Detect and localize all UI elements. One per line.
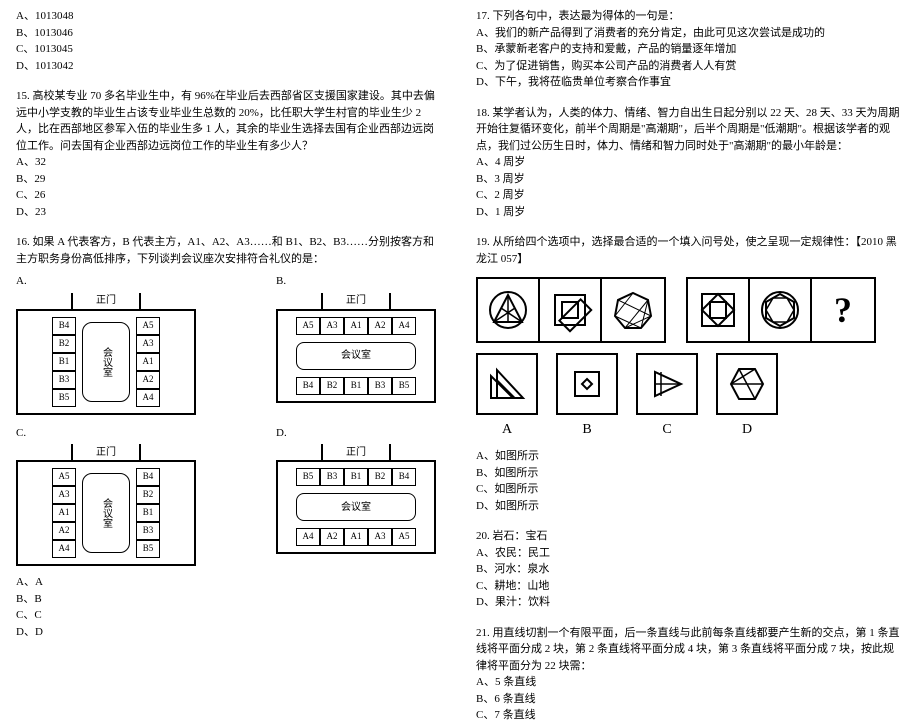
q18-opt-a: A、4 周岁 (476, 154, 904, 171)
question-mark-icon: ? (812, 279, 874, 341)
q14-opt-c: C、1013045 (16, 41, 444, 58)
q15-opt-b: B、29 (16, 171, 444, 188)
shape-squares-icon (540, 279, 602, 341)
q15: 15. 高校某专业 70 多名毕业生中，有 96%在毕业后去西部省区支援国家建设… (16, 88, 444, 220)
q18-opt-c: C、2 周岁 (476, 187, 904, 204)
q16-row1: A. 正门 B4 B2 B1 B3 B5 会议室 A5 (16, 273, 444, 415)
room-d: B5 B3 B1 B2 B4 会议室 A4 A2 A1 A3 A5 (276, 460, 436, 554)
q14-options: A、1013048 B、1013046 C、1013045 D、1013042 (16, 8, 444, 74)
q16-label-c: C. (16, 425, 196, 442)
q18: 18. 某学者认为，人类的体力、情绪、智力自出生日起分别以 22 天、28 天、… (476, 105, 904, 221)
q16-opt-a: A、A (16, 574, 444, 591)
q21-opt-c: C、7 条直线 (476, 707, 904, 724)
q16-diagram-d: D. 正门 B5 B3 B1 B2 B4 会议室 A4 (276, 425, 436, 567)
q20-opt-d: D、果汁：饮料 (476, 594, 904, 611)
q14-opt-a: A、1013048 (16, 8, 444, 25)
q17-opt-a: A、我们的新产品得到了消费者的充分肯定，由此可见这次尝试是成功的 (476, 25, 904, 42)
q18-stem: 18. 某学者认为，人类的体力、情绪、智力自出生日起分别以 22 天、28 天、… (476, 105, 904, 155)
q19-answer-a: A (476, 353, 538, 440)
q19-pattern-row: ? (476, 277, 904, 343)
gate-a: 正门 (71, 293, 141, 311)
room-b: A5 A3 A1 A2 A4 会议室 B4 B2 B1 B3 B5 (276, 309, 436, 403)
room-c: A5 A3 A1 A2 A4 会议室 B4 B2 B1 B3 B5 (16, 460, 196, 566)
q15-opt-d: D、23 (16, 204, 444, 221)
q17-opt-d: D、下午，我将莅临贵单位考察合作事宜 (476, 74, 904, 91)
q20-stem: 20. 岩石：宝石 (476, 528, 904, 545)
q17-opt-b: B、承蒙新老客户的支持和爱戴，产品的销量逐年增加 (476, 41, 904, 58)
q16-opt-c: C、C (16, 607, 444, 624)
q19: 19. 从所给四个选项中，选择最合适的一个填入问号处，使之呈现一定规律性：【20… (476, 234, 904, 514)
q16-diagram-b: B. 正门 A5 A3 A1 A2 A4 会议室 B4 (276, 273, 436, 415)
q19-answer-b: B (556, 353, 618, 440)
q21-opt-b: B、6 条直线 (476, 691, 904, 708)
q19-opt-b: B、如图所示 (476, 465, 904, 482)
q20-opt-c: C、耕地：山地 (476, 578, 904, 595)
q17-stem: 17. 下列各句中，表达最为得体的一句是： (476, 8, 904, 25)
q21: 21. 用直线切割一个有限平面，后一条直线与此前每条直线都要产生新的交点，第 1… (476, 625, 904, 724)
q16-label-b: B. (276, 273, 436, 290)
q21-stem: 21. 用直线切割一个有限平面，后一条直线与此前每条直线都要产生新的交点，第 1… (476, 625, 904, 675)
q19-answer-d: D (716, 353, 778, 440)
room-a: B4 B2 B1 B3 B5 会议室 A5 A3 A1 A2 A4 (16, 309, 196, 415)
shape-nested-squares-icon (688, 279, 750, 341)
q19-group1 (476, 277, 666, 343)
answer-a-icon (476, 353, 538, 415)
shape-hex-in-circle-icon (750, 279, 812, 341)
right-column: 17. 下列各句中，表达最为得体的一句是： A、我们的新产品得到了消费者的充分肯… (460, 0, 920, 651)
q15-opt-a: A、32 (16, 154, 444, 171)
q16-diagram-a: A. 正门 B4 B2 B1 B3 B5 会议室 A5 (16, 273, 196, 415)
answer-b-icon (556, 353, 618, 415)
q16-stem: 16. 如果 A 代表客方，B 代表主方，A1、A2、A3……和 B1、B2、B… (16, 234, 444, 267)
q16: 16. 如果 A 代表客方，B 代表主方，A1、A2、A3……和 B1、B2、B… (16, 234, 444, 640)
q17-opt-c: C、为了促进销售，购买本公司产品的消费者人人有赏 (476, 58, 904, 75)
room-label: 会议室 (82, 322, 130, 402)
gate-c: 正门 (71, 444, 141, 462)
q20-opt-a: A、农民：民工 (476, 545, 904, 562)
q19-stem: 19. 从所给四个选项中，选择最合适的一个填入问号处，使之呈现一定规律性：【20… (476, 234, 904, 267)
q16-opt-d: D、D (16, 624, 444, 641)
q16-opt-b: B、B (16, 591, 444, 608)
q16-row2: C. 正门 A5 A3 A1 A2 A4 会议室 B4 (16, 425, 444, 567)
q16-label-a: A. (16, 273, 196, 290)
q16-label-d: D. (276, 425, 436, 442)
q20: 20. 岩石：宝石 A、农民：民工 B、河水：泉水 C、耕地：山地 D、果汁：饮… (476, 528, 904, 611)
q19-opt-d: D、如图所示 (476, 498, 904, 515)
shape-heptagon-icon (602, 279, 664, 341)
q20-opt-b: B、河水：泉水 (476, 561, 904, 578)
q19-group2: ? (686, 277, 876, 343)
q15-opt-c: C、26 (16, 187, 444, 204)
q14-opt-d: D、1013042 (16, 58, 444, 75)
q19-opt-c: C、如图所示 (476, 481, 904, 498)
q19-opt-a: A、如图所示 (476, 448, 904, 465)
answer-c-icon (636, 353, 698, 415)
q16-opts: A、A B、B C、C D、D (16, 574, 444, 640)
q18-opt-d: D、1 周岁 (476, 204, 904, 221)
gate-d: 正门 (321, 444, 391, 462)
q17: 17. 下列各句中，表达最为得体的一句是： A、我们的新产品得到了消费者的充分肯… (476, 8, 904, 91)
q21-opt-a: A、5 条直线 (476, 674, 904, 691)
gate-b: 正门 (321, 293, 391, 311)
shape-triangle-in-circle-icon (478, 279, 540, 341)
q15-stem: 15. 高校某专业 70 多名毕业生中，有 96%在毕业后去西部省区支援国家建设… (16, 88, 444, 154)
q19-answer-c: C (636, 353, 698, 440)
q19-answers: A B C D (476, 353, 904, 440)
q16-diagram-c: C. 正门 A5 A3 A1 A2 A4 会议室 B4 (16, 425, 196, 567)
answer-d-icon (716, 353, 778, 415)
q18-opt-b: B、3 周岁 (476, 171, 904, 188)
left-column: A、1013048 B、1013046 C、1013045 D、1013042 … (0, 0, 460, 651)
q14-opt-b: B、1013046 (16, 25, 444, 42)
